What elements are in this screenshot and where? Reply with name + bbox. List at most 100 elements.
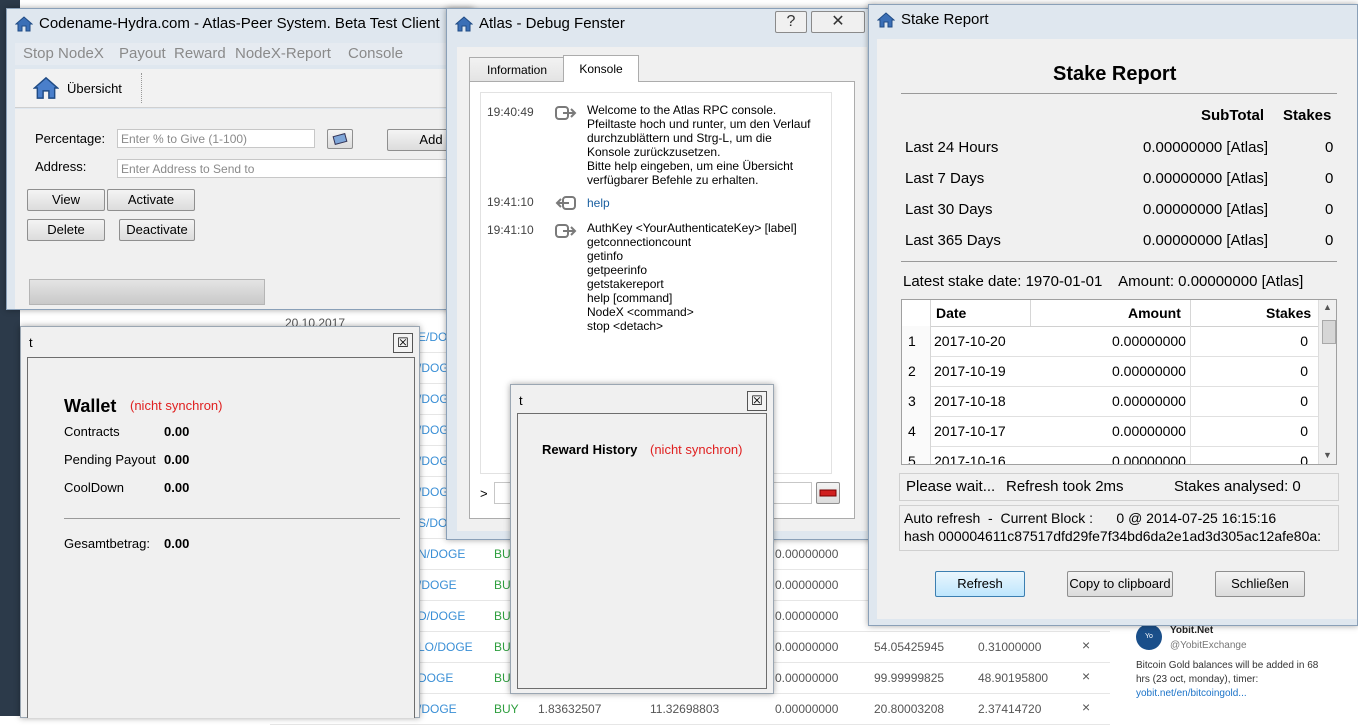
- scroll-up-icon[interactable]: ▲: [1323, 302, 1332, 312]
- console-clear-button[interactable]: [816, 482, 840, 504]
- main-window: Codename-Hydra.com - Atlas-Peer System. …: [6, 8, 475, 310]
- row-index-cell: [902, 446, 931, 464]
- period-amount: 0.00000000 [Atlas]: [1143, 170, 1269, 187]
- console-prompt: >: [480, 486, 488, 501]
- close-icon[interactable]: ×: [1082, 699, 1090, 715]
- toolbar-separator: [141, 73, 143, 103]
- header-stakes[interactable]: Stakes: [1266, 305, 1311, 321]
- console-line: getinfo: [587, 249, 624, 263]
- cell-type: BUY: [494, 702, 519, 716]
- tab-information[interactable]: Information: [469, 57, 565, 83]
- row-index-cell: [902, 416, 931, 446]
- pending-payout-value: 0.00: [164, 452, 190, 467]
- row-index-cell: [902, 356, 931, 386]
- console-line: Welcome to the Atlas RPC console.: [587, 103, 777, 117]
- tweet-link[interactable]: yobit.net/en/bitcoingold...: [1136, 688, 1247, 699]
- stake-body: Stake Report SubTotal Stakes Last 24 Hou…: [877, 39, 1357, 619]
- delete-button[interactable]: Delete: [27, 219, 105, 241]
- table-row[interactable]: 3 2017-10-18 0.00000000 0: [902, 386, 1318, 417]
- main-window-titlebar[interactable]: Codename-Hydra.com - Atlas-Peer System. …: [7, 9, 473, 39]
- cell-pair[interactable]: D/DOGE: [418, 609, 465, 623]
- period-stakes: 0: [1325, 201, 1334, 218]
- reward-window-title: t: [519, 393, 523, 408]
- home-icon: [877, 12, 895, 28]
- reward-sync-status: (nicht synchron): [650, 442, 743, 457]
- scroll-down-icon[interactable]: ▼: [1323, 450, 1332, 460]
- cell-type: BU: [494, 547, 511, 561]
- menu-stop-nodex[interactable]: Stop NodeX: [23, 45, 104, 62]
- cell-e: 48.90195800: [978, 671, 1049, 685]
- wallet-close-button[interactable]: ☒: [393, 333, 413, 353]
- header-date[interactable]: Date: [936, 305, 966, 321]
- cell-type: BU: [494, 640, 511, 654]
- wallet-divider: [64, 518, 400, 519]
- cell-amount: 0.00000000: [1112, 363, 1186, 379]
- activate-button[interactable]: Activate: [107, 189, 195, 211]
- refresh-button[interactable]: Refresh: [935, 571, 1025, 597]
- cell-pair[interactable]: LO/DOGE: [418, 640, 473, 654]
- console-line: getpeerinfo: [587, 263, 648, 277]
- console-timestamp: 19:41:10: [487, 195, 534, 209]
- cell-pair[interactable]: N/DOGE: [418, 547, 465, 561]
- cell-c: 0.00000000: [775, 578, 839, 592]
- table-row[interactable]: 1 2017-10-20 0.00000000 0: [902, 326, 1318, 357]
- tweet-card: Yo Yobit.Net @YobitExchange Bitcoin Gold…: [1128, 618, 1348, 716]
- table-row[interactable]: 2 2017-10-19 0.00000000 0: [902, 356, 1318, 387]
- debug-window-title: Atlas - Debug Fenster: [479, 15, 625, 32]
- main-window-title: Codename-Hydra.com - Atlas-Peer System. …: [39, 15, 440, 32]
- cell-pair[interactable]: DOGE: [418, 671, 453, 685]
- menu-nodex-report[interactable]: NodeX-Report: [235, 45, 331, 62]
- column-separator: [1190, 356, 1191, 386]
- cell-n: 1: [908, 333, 916, 349]
- latest-stake-line: Latest stake date: 1970-01-01 Amount: 0.…: [903, 273, 1304, 290]
- cell-c: 0.00000000: [775, 702, 839, 716]
- console-line: AuthKey <YourAuthenticateKey> [label]: [587, 221, 797, 235]
- close-icon[interactable]: ×: [1082, 637, 1090, 653]
- cell-amount: 0.00000000: [1112, 453, 1186, 465]
- period-label: Last 30 Days: [905, 201, 993, 218]
- cell-stakes: 0: [1300, 453, 1308, 465]
- address-book-icon[interactable]: [327, 129, 353, 149]
- stake-table-scrollbar[interactable]: ▲ ▼: [1318, 300, 1336, 464]
- cell-stakes: 0: [1300, 363, 1308, 379]
- tab-konsole[interactable]: Konsole: [563, 55, 639, 82]
- toolbar-overview-button[interactable]: Übersicht: [31, 73, 135, 103]
- cell-date: 2017-10-17: [934, 423, 1006, 439]
- cell-pair[interactable]: /DOGE: [418, 578, 457, 592]
- header-sep: [1190, 300, 1191, 326]
- row-index-cell: [902, 326, 931, 356]
- total-value: 0.00: [164, 536, 190, 551]
- cell-n: 2: [908, 363, 916, 379]
- status-analysed: Stakes analysed: 0: [1174, 478, 1301, 495]
- scroll-thumb[interactable]: [1322, 320, 1336, 344]
- stake-window-title: Stake Report: [901, 11, 989, 28]
- close-icon[interactable]: ×: [1082, 668, 1090, 684]
- percentage-input[interactable]: Enter % to Give (1-100): [117, 129, 315, 148]
- view-button[interactable]: View: [27, 189, 105, 211]
- menu-console[interactable]: Console: [348, 45, 403, 62]
- reward-close-button[interactable]: ☒: [747, 391, 767, 411]
- stake-heading: Stake Report: [1053, 63, 1177, 85]
- form-panel: Percentage: Enter % to Give (1-100) Add …: [15, 109, 475, 309]
- column-separator: [1190, 326, 1191, 356]
- close-button[interactable]: Schließen: [1215, 571, 1305, 597]
- console-line: getconnectioncount: [587, 235, 692, 249]
- table-row[interactable]: 4 2017-10-17 0.00000000 0: [902, 416, 1318, 447]
- header-amount[interactable]: Amount: [1128, 305, 1181, 321]
- copy-clipboard-button[interactable]: Copy to clipboard: [1067, 571, 1173, 597]
- cell-pair[interactable]: /DOGE: [418, 702, 457, 716]
- tweet-handle: @YobitExchange: [1170, 640, 1247, 651]
- menu-bar: Stop NodeX Payout Reward NodeX-Report Co…: [15, 43, 473, 65]
- address-input[interactable]: Enter Address to Send to: [117, 159, 473, 178]
- cell-d: 99.99999825: [874, 671, 945, 685]
- menu-payout-reward[interactable]: Payout Reward: [119, 45, 226, 62]
- debug-close-button[interactable]: ✕: [811, 11, 865, 33]
- cell-date: 2017-10-18: [934, 393, 1006, 409]
- auto-refresh-line: Auto refresh - Current Block : 0 @ 2014-…: [904, 510, 1277, 526]
- toolbar: Übersicht: [15, 69, 473, 108]
- debug-help-button[interactable]: ?: [775, 11, 807, 33]
- cell-n: 5: [908, 453, 916, 465]
- table-row[interactable]: 5 2017-10-16 0.00000000 0: [902, 446, 1318, 465]
- stake-window-titlebar[interactable]: Stake Report: [869, 5, 1357, 35]
- deactivate-button[interactable]: Deactivate: [119, 219, 195, 241]
